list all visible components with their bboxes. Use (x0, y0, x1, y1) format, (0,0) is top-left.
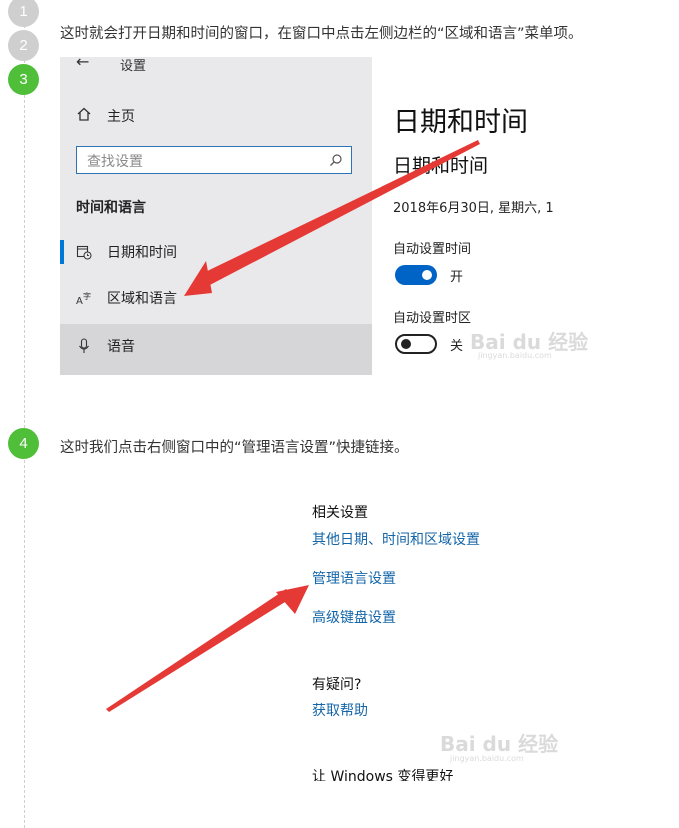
other-datetime-region-link[interactable]: 其他日期、时间和区域设置 (312, 529, 480, 549)
auto-time-toggle[interactable] (395, 265, 437, 285)
active-indicator (60, 240, 64, 264)
step-1-circle: 1 (8, 0, 39, 27)
sidebar-item-label: 日期和时间 (107, 245, 177, 261)
settings-screenshot: ← 设置 主页 查找设置 时间和语言 日期和时间 A 字 区域和语言 语音 (60, 57, 372, 375)
search-icon[interactable] (329, 153, 343, 167)
sidebar-item-region-language[interactable]: A 字 区域和语言 (60, 278, 372, 318)
svg-text:字: 字 (83, 291, 91, 301)
microphone-icon (79, 338, 89, 353)
timeline-line (24, 0, 25, 828)
back-arrow-icon[interactable]: ← (76, 57, 89, 71)
svg-text:A: A (76, 296, 83, 306)
sidebar-item-label: 区域和语言 (107, 291, 177, 307)
auto-timezone-toggle[interactable] (395, 334, 437, 354)
step-4-instruction: 这时我们点击右侧窗口中的“管理语言设置”快捷链接。 (60, 440, 409, 456)
region-language-icon: A 字 (76, 291, 91, 306)
baidu-watermark: Bai du 经验 (440, 732, 559, 756)
search-placeholder: 查找设置 (87, 154, 143, 170)
category-title: 时间和语言 (76, 200, 146, 216)
current-date-text: 2018年6月30日, 星期六, 1 (393, 201, 554, 216)
home-nav-label[interactable]: 主页 (107, 106, 135, 126)
baidu-watermark-url: jingyan.baidu.com (478, 351, 552, 360)
advanced-keyboard-settings-link[interactable]: 高级键盘设置 (312, 607, 396, 627)
manage-language-settings-link[interactable]: 管理语言设置 (312, 568, 396, 588)
auto-timezone-state: 关 (450, 339, 464, 354)
step-2-circle: 2 (8, 30, 39, 61)
auto-time-state: 开 (450, 270, 464, 285)
sidebar-item-speech[interactable]: 语音 (60, 324, 372, 375)
sidebar-item-date-time[interactable]: 日期和时间 (60, 232, 372, 272)
home-icon (77, 107, 91, 121)
get-help-link[interactable]: 获取帮助 (312, 700, 368, 720)
baidu-watermark-url: jingyan.baidu.com (450, 754, 524, 763)
auto-time-label: 自动设置时间 (393, 242, 472, 257)
make-windows-better-text: 让 Windows 变得更好 (312, 769, 454, 781)
settings-title: 设置 (120, 59, 147, 74)
date-time-heading: 日期和时间 (393, 107, 528, 138)
step-3-circle: 3 (8, 64, 39, 95)
related-settings-heading: 相关设置 (312, 505, 368, 521)
step-3-instruction: 这时就会打开日期和时间的窗口，在窗口中点击左侧边栏的“区域和语言”菜单项。 (60, 26, 583, 42)
search-settings-input[interactable]: 查找设置 (76, 146, 352, 174)
date-time-subheading: 日期和时间 (393, 155, 489, 177)
settings-sidebar: ← 设置 主页 查找设置 时间和语言 日期和时间 A 字 区域和语言 语音 (60, 57, 372, 375)
step-4-circle: 4 (8, 428, 39, 459)
sidebar-item-label: 语音 (107, 339, 135, 355)
calendar-clock-icon (76, 245, 92, 260)
auto-timezone-label: 自动设置时区 (393, 311, 472, 326)
question-heading: 有疑问? (312, 677, 362, 693)
